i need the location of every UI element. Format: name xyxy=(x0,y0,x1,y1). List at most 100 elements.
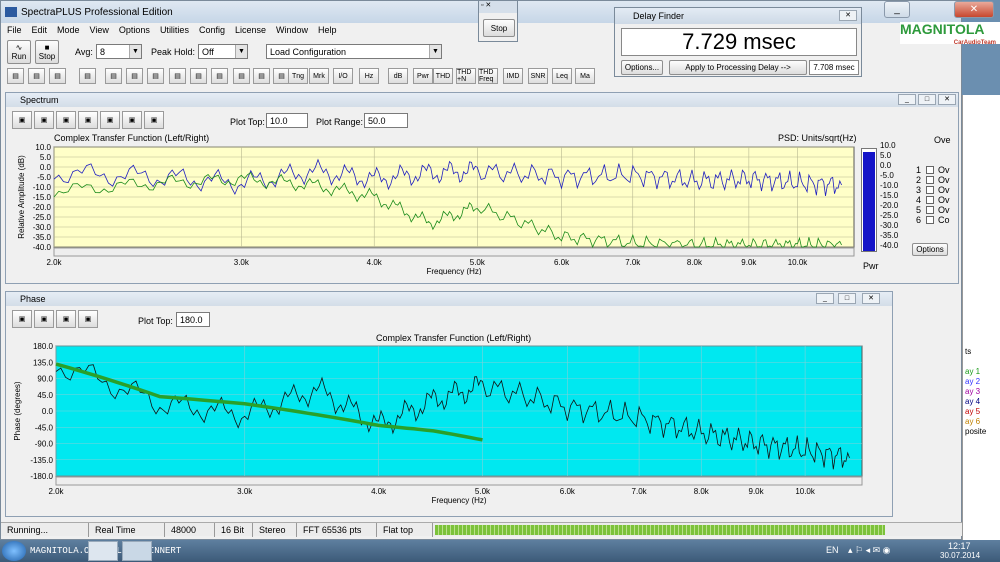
close-button[interactable]: ✕ xyxy=(862,293,880,304)
marker-icon[interactable]: ▤ xyxy=(211,68,228,84)
spectrum-scrollbar[interactable] xyxy=(53,247,855,257)
tool-leq[interactable]: Leq xyxy=(552,68,572,84)
apply-delay-button[interactable]: Apply to Processing Delay --> xyxy=(669,60,807,75)
cursor-icon[interactable]: ▤ xyxy=(169,68,186,84)
tool-imd[interactable]: IMD xyxy=(503,68,523,84)
zoom-icon[interactable]: ▣ xyxy=(12,111,32,129)
plot-range-input[interactable]: 50.0 xyxy=(364,113,408,128)
phase-chart[interactable]: 180.0 135.0 90.0 45.0 0.0 -45.0 -90.0 -135.0 -18… xyxy=(12,338,868,516)
zoom-out-icon[interactable]: ▣ xyxy=(56,310,76,328)
phase-x-tick: 9.0k xyxy=(749,487,765,496)
minimize-button[interactable]: _ xyxy=(816,293,834,304)
phase-plot-top-input[interactable]: 180.0 xyxy=(176,312,210,327)
plot-range-label: Plot Range: xyxy=(316,117,364,127)
close-button[interactable]: ✕ xyxy=(954,1,994,18)
print-icon[interactable]: ▣ xyxy=(144,111,164,129)
start-button[interactable] xyxy=(2,541,26,561)
minimize-button[interactable]: _ xyxy=(884,1,910,18)
overlay-checkbox-3[interactable] xyxy=(926,186,934,194)
overlay-label-6: Co xyxy=(938,215,950,225)
taskbar-app-spectra[interactable] xyxy=(88,541,118,561)
copy-icon[interactable]: ▤ xyxy=(105,68,122,84)
tool-thd[interactable]: THD xyxy=(433,68,453,84)
overlay-checkbox-5[interactable] xyxy=(926,206,934,214)
zoom-in-icon[interactable]: ▣ xyxy=(34,310,54,328)
bar-tick-label: -10.0 xyxy=(880,181,899,190)
menu-config[interactable]: Config xyxy=(199,25,225,35)
menu-view[interactable]: View xyxy=(90,25,109,35)
right-panel-label: posite xyxy=(965,427,987,436)
overlay-checkbox-1[interactable] xyxy=(926,166,934,174)
tool-pwr[interactable]: Pwr xyxy=(413,68,433,84)
menu-license[interactable]: License xyxy=(235,25,266,35)
menu-window[interactable]: Window xyxy=(276,25,308,35)
overlay-checkbox-2[interactable] xyxy=(926,176,934,184)
settings-icon[interactable]: ▤ xyxy=(253,68,270,84)
taskbar-app-paint[interactable] xyxy=(122,541,152,561)
peak-icon[interactable]: ▣ xyxy=(100,111,120,129)
load-config-select[interactable]: Load Configuration ▼ xyxy=(266,44,442,59)
overlay-label-5: Ov xyxy=(938,205,950,215)
menu-help[interactable]: Help xyxy=(318,25,337,35)
minimize-button[interactable]: _ xyxy=(898,94,916,105)
print-icon[interactable]: ▤ xyxy=(79,68,96,84)
maximize-button[interactable]: □ xyxy=(838,293,856,304)
tool-thd-freq[interactable]: THD Freq xyxy=(478,68,498,84)
spectrum-plot-top-input[interactable]: 10.0 xyxy=(266,113,308,128)
menu-file[interactable]: File xyxy=(7,25,22,35)
spectrum-y-tick: -15.0 xyxy=(33,193,52,202)
overlay-set-3: 3 xyxy=(916,185,922,195)
paste-icon[interactable]: ▤ xyxy=(126,68,143,84)
right-panel-label: ay 2 xyxy=(965,377,981,386)
graph-icon[interactable]: ▤ xyxy=(233,68,250,84)
zoom-full-icon[interactable]: ▣ xyxy=(78,111,98,129)
right-panel-label: ay 5 xyxy=(965,407,981,416)
spectrum-chart[interactable]: 10.05.00.0-5.0-10.0-15.0-20.0-25.0-30.0-… xyxy=(16,141,856,275)
run-button[interactable]: ∿ Run xyxy=(7,40,31,64)
spectrum-x-tick: 7.0k xyxy=(625,258,641,267)
avg-select[interactable]: 8 ▼ xyxy=(96,44,142,59)
spectrum-y-tick: -10.0 xyxy=(33,183,52,192)
bar-tick-label: -35.0 xyxy=(880,231,899,240)
menu-mode[interactable]: Mode xyxy=(57,25,80,35)
zoom-icon[interactable]: ▣ xyxy=(12,310,32,328)
zoom-out-icon[interactable]: ▣ xyxy=(56,111,76,129)
status-channels: Stereo xyxy=(253,522,297,537)
zoom-icon[interactable]: ▤ xyxy=(147,68,164,84)
zoom-full-icon[interactable]: ▣ xyxy=(78,310,98,328)
tool-thd-n[interactable]: THD +N xyxy=(456,68,476,84)
tool-hz[interactable]: Hz xyxy=(359,68,379,84)
overlay-checkbox-6[interactable] xyxy=(926,216,934,224)
tool-ma[interactable]: Ma xyxy=(575,68,595,84)
new-icon[interactable]: ▤ xyxy=(7,68,24,84)
open-icon[interactable]: ▤ xyxy=(28,68,45,84)
stop-window-button[interactable]: Stop xyxy=(483,19,515,37)
menu-options[interactable]: Options xyxy=(119,25,150,35)
delay-options-button[interactable]: Options... xyxy=(621,60,663,75)
menu-edit[interactable]: Edit xyxy=(32,25,48,35)
spectrum-options-button[interactable]: Options xyxy=(912,243,948,256)
language-indicator[interactable]: EN xyxy=(826,545,839,555)
overlay-label-2: Ov xyxy=(938,175,950,185)
filter-icon[interactable]: ▤ xyxy=(190,68,207,84)
zoom-in-icon[interactable]: ▣ xyxy=(34,111,54,129)
overlay-checkbox-4[interactable] xyxy=(926,196,934,204)
bar-tick-label: -5.0 xyxy=(880,171,894,180)
stop-button[interactable]: ■ Stop xyxy=(35,40,59,64)
tool-db[interactable]: dB xyxy=(388,68,408,84)
hand-icon[interactable]: ▣ xyxy=(122,111,142,129)
phase-scrollbar[interactable] xyxy=(55,476,863,486)
spectrum-y-tick: 10.0 xyxy=(35,143,51,152)
maximize-button[interactable]: □ xyxy=(918,94,936,105)
tool-snr[interactable]: SNR xyxy=(528,68,548,84)
tool-i-o[interactable]: I/O xyxy=(333,68,353,84)
close-button[interactable]: ✕ xyxy=(839,10,857,21)
menu-utilities[interactable]: Utilities xyxy=(160,25,189,35)
close-button[interactable]: ✕ xyxy=(938,94,956,105)
save-icon[interactable]: ▤ xyxy=(49,68,66,84)
tool-mrk[interactable]: Mrk xyxy=(309,68,329,84)
logo: MAGNITOLA CarAudioTeam xyxy=(900,22,1000,46)
tool-tng[interactable]: Tng xyxy=(288,68,308,84)
peak-hold-select[interactable]: Off ▼ xyxy=(198,44,248,59)
power-level-meter xyxy=(861,148,877,252)
